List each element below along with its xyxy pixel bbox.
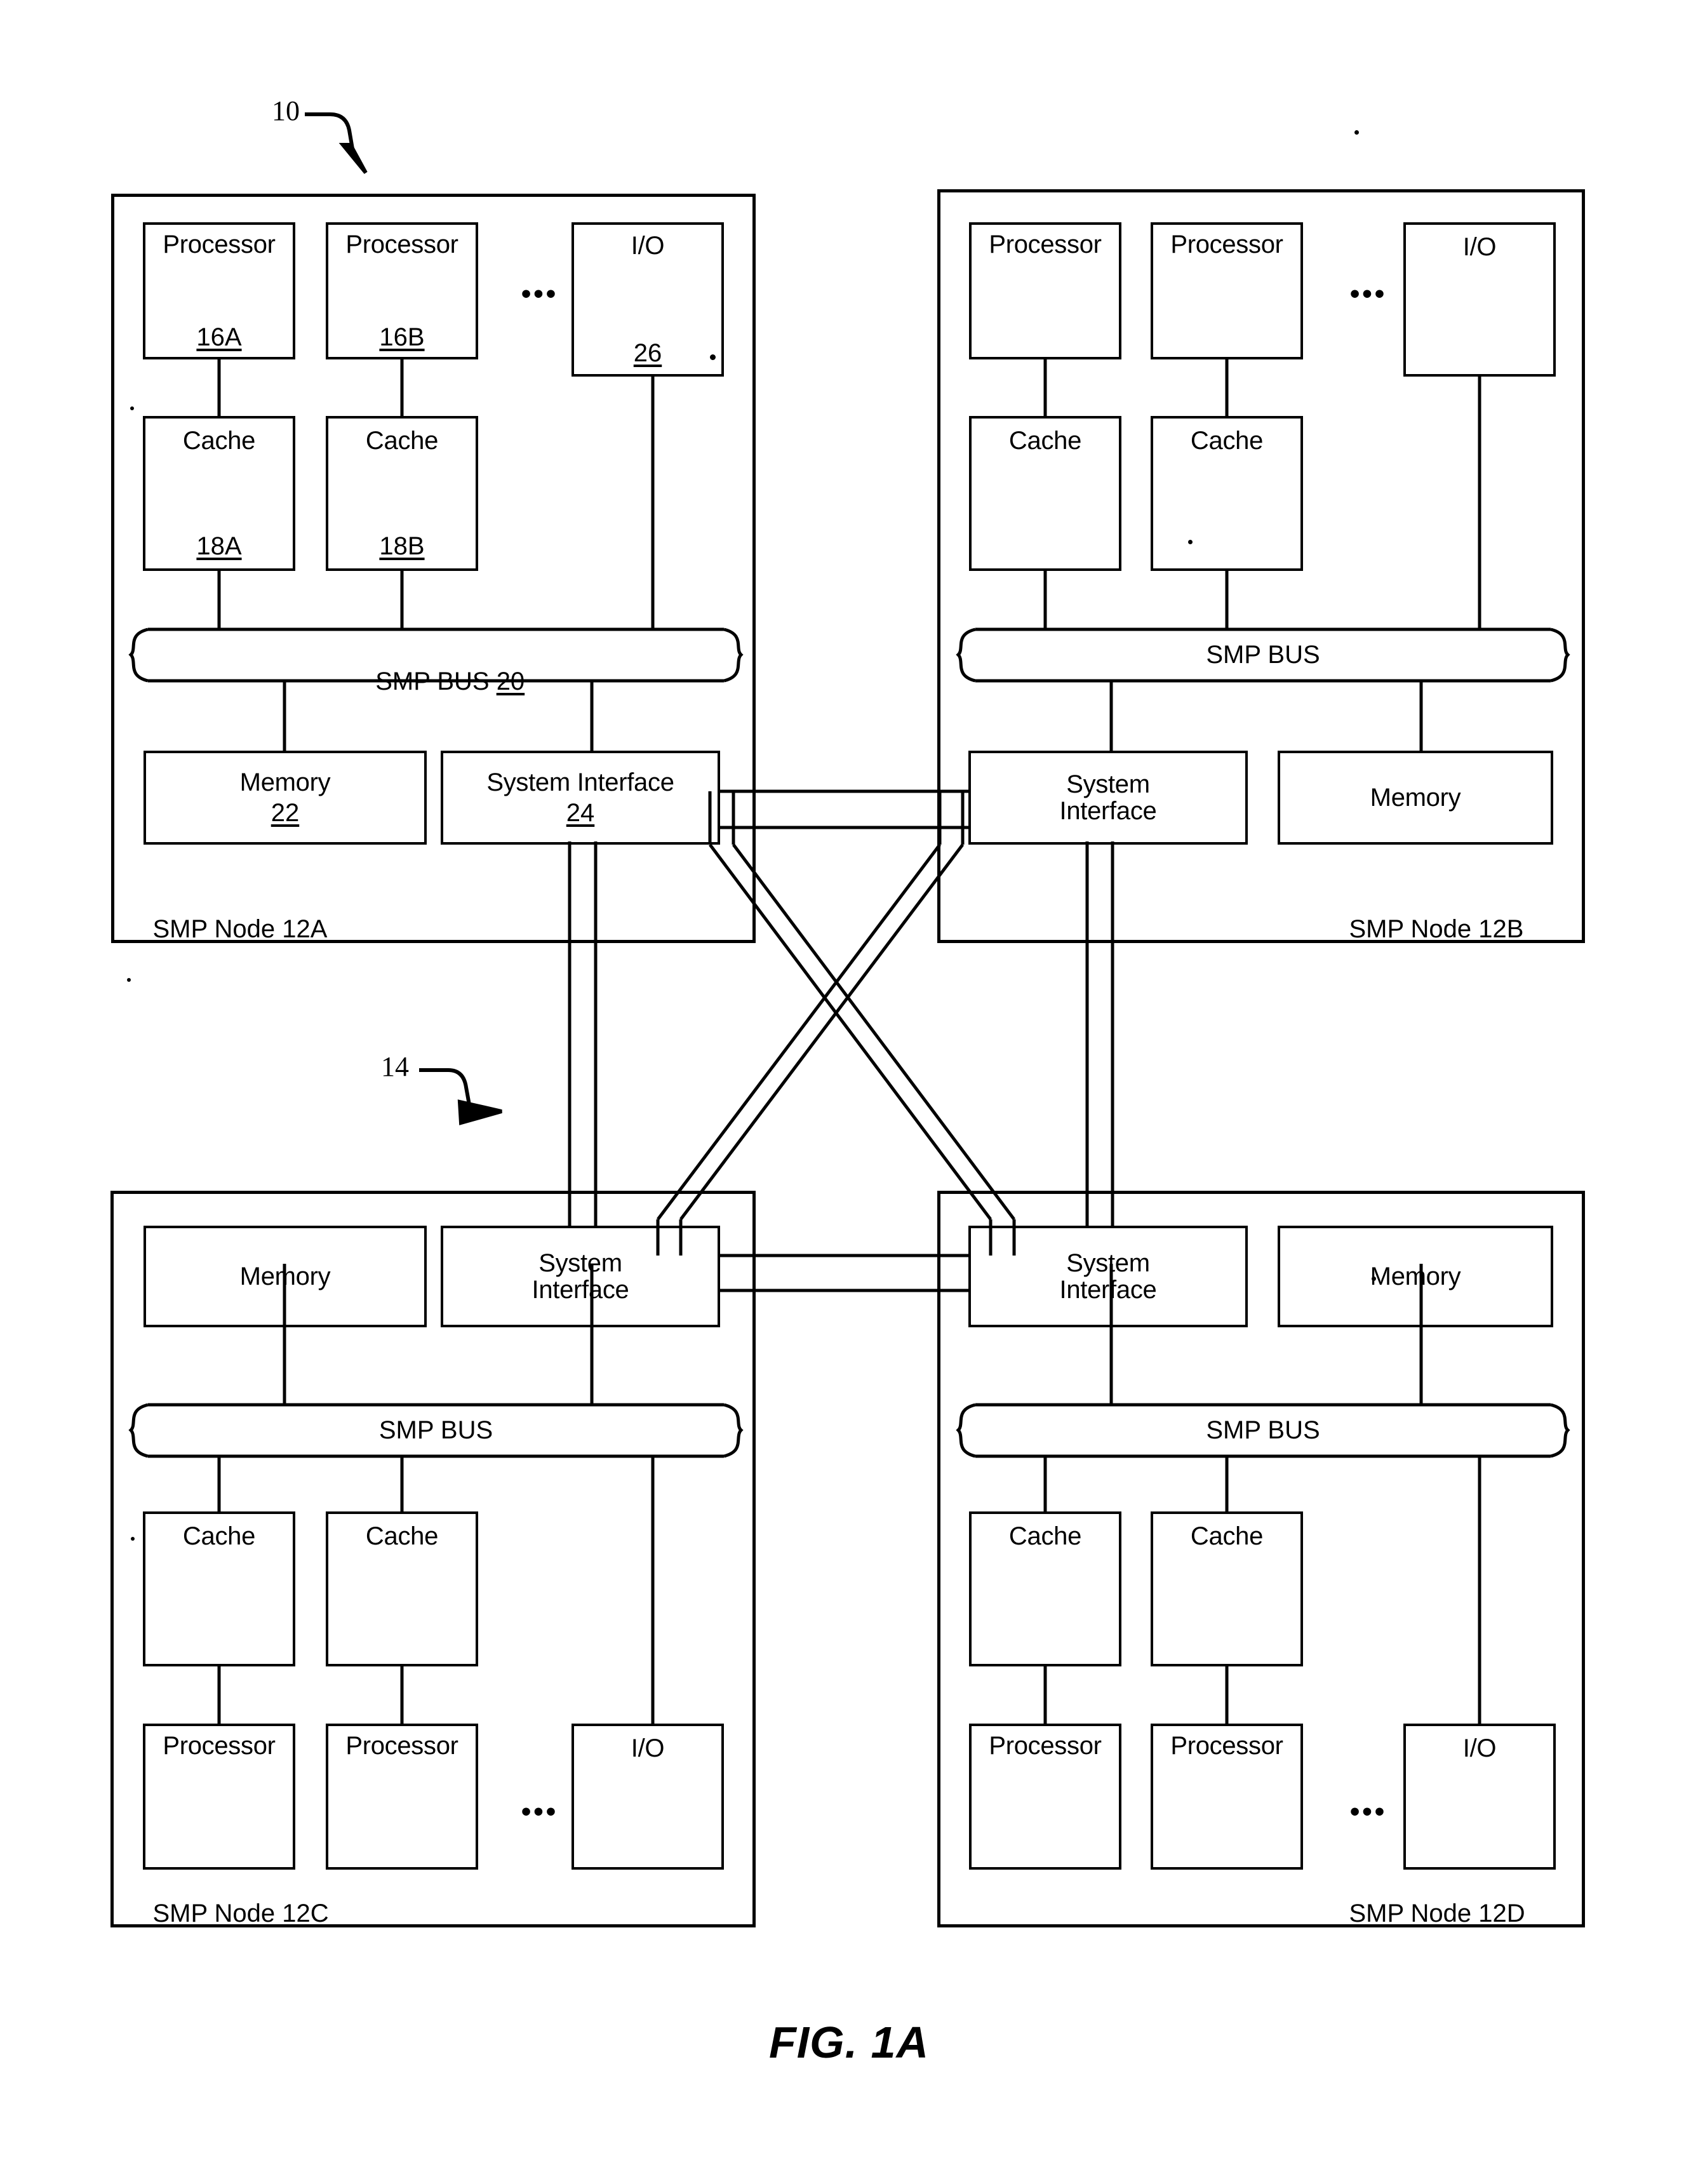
- smp-node-12b-label: SMP Node 12B: [1321, 889, 1523, 969]
- scan-speck: [127, 978, 131, 982]
- system-reference-numeral-10: 10: [272, 95, 300, 126]
- reference-numeral: 18A: [196, 532, 242, 560]
- node-reference-numeral: 12A: [282, 915, 328, 943]
- block-title: Processor: [345, 1732, 458, 1760]
- block-title: Cache: [1190, 427, 1264, 455]
- reference-numeral: 16B: [379, 323, 425, 351]
- bus-reference-numeral: 20: [496, 667, 525, 695]
- reference-numeral: 22: [271, 799, 300, 827]
- node-12b-io: I/O: [1403, 222, 1556, 377]
- node-12c-system-interface: System Interface: [441, 1226, 720, 1327]
- node-12a-system-interface-24: System Interface 24: [441, 751, 720, 845]
- node-12c-processor-2: Processor: [326, 1724, 478, 1870]
- node-label-prefix: SMP Node: [152, 915, 283, 943]
- block-title: Memory: [1370, 784, 1461, 812]
- node-12c-io: I/O: [572, 1724, 724, 1870]
- node-12a-processor-16a: Processor 16A: [143, 222, 295, 359]
- node-12a-io-26: I/O 26: [572, 222, 724, 377]
- node-12b-cache-1: Cache: [969, 416, 1121, 571]
- reference-numeral: 16A: [196, 323, 242, 351]
- block-title: Cache: [182, 1522, 256, 1550]
- scan-speck: [130, 406, 134, 410]
- node-12b-memory: Memory: [1278, 751, 1553, 845]
- block-title: Processor: [989, 1732, 1102, 1760]
- block-title: I/O: [631, 1734, 665, 1762]
- block-title: Cache: [1008, 1522, 1082, 1550]
- node-12d-bottom-ellipsis: •••: [1349, 1796, 1387, 1827]
- node-12b-processor-2: Processor: [1151, 222, 1303, 359]
- reference-numeral: 26: [633, 339, 662, 367]
- node-12a-top-ellipsis: •••: [521, 278, 559, 309]
- block-title: Processor: [989, 231, 1102, 258]
- node-label-prefix: SMP Node: [1349, 1899, 1479, 1927]
- block-title: Memory: [239, 768, 331, 796]
- smp-node-12c-label: SMP Node 12C: [124, 1873, 329, 1953]
- scan-speck: [1372, 1276, 1376, 1281]
- node-12c-bottom-ellipsis: •••: [521, 1796, 559, 1827]
- node-12a-processor-16b: Processor 16B: [326, 222, 478, 359]
- node-12d-smp-bus-label: SMP BUS: [1206, 1416, 1320, 1444]
- node-12a-memory-22: Memory 22: [144, 751, 427, 845]
- node-12d-processor-1: Processor: [969, 1724, 1121, 1870]
- figure-1a: Processor 16A Processor 16B ••• I/O 26 C…: [0, 0, 1698, 2184]
- node-12b-system-interface: System Interface: [968, 751, 1248, 845]
- block-title: Processor: [163, 1732, 276, 1760]
- node-reference-numeral: 12C: [282, 1899, 329, 1927]
- scan-speck: [710, 354, 716, 360]
- node-12b-smp-bus-label: SMP BUS: [1206, 641, 1320, 669]
- bus-name: SMP BUS: [375, 667, 497, 695]
- node-12a-cache-18a: Cache 18A: [143, 416, 295, 571]
- node-reference-numeral: 12D: [1478, 1899, 1525, 1927]
- block-title: System Interface: [531, 1249, 629, 1304]
- node-12a-smp-bus-label: SMP BUS 20: [148, 641, 724, 721]
- block-title: Cache: [1008, 427, 1082, 455]
- node-label-prefix: SMP Node: [1349, 915, 1479, 943]
- node-12b-processor-1: Processor: [969, 222, 1121, 359]
- node-12d-io: I/O: [1403, 1724, 1556, 1870]
- node-12d-system-interface: System Interface: [968, 1226, 1248, 1327]
- smp-node-12a-label: SMP Node 12A: [124, 889, 327, 969]
- node-12b-top-ellipsis: •••: [1349, 278, 1387, 309]
- scan-speck: [1354, 130, 1359, 135]
- block-title: Cache: [365, 427, 439, 455]
- block-title: Memory: [1370, 1263, 1461, 1290]
- node-12a-cache-18b: Cache 18B: [326, 416, 478, 571]
- block-title: Cache: [1190, 1522, 1264, 1550]
- block-title: Cache: [365, 1522, 439, 1550]
- block-title: I/O: [1462, 1734, 1497, 1762]
- smp-node-12d-label: SMP Node 12D: [1321, 1873, 1525, 1953]
- block-title: I/O: [1462, 233, 1497, 261]
- figure-caption: FIG. 1A: [768, 2018, 930, 2067]
- node-12d-processor-2: Processor: [1151, 1724, 1303, 1870]
- block-title: System Interface: [1059, 1249, 1157, 1304]
- node-12d-cache-2: Cache: [1151, 1511, 1303, 1666]
- node-reference-numeral: 12B: [1478, 915, 1524, 943]
- block-title: Processor: [1170, 1732, 1283, 1760]
- block-title: Memory: [239, 1263, 331, 1290]
- node-12c-cache-1: Cache: [143, 1511, 295, 1666]
- reference-numeral: 24: [566, 799, 595, 827]
- block-title: Cache: [182, 427, 256, 455]
- scan-speck: [131, 1537, 135, 1541]
- node-12c-smp-bus-label: SMP BUS: [378, 1416, 493, 1444]
- node-12c-processor-1: Processor: [143, 1724, 295, 1870]
- node-12b-cache-2: Cache: [1151, 416, 1303, 571]
- node-label-prefix: SMP Node: [152, 1899, 283, 1927]
- block-title: Processor: [1170, 231, 1283, 258]
- reference-numeral: 18B: [379, 532, 425, 560]
- scan-speck: [1188, 540, 1193, 544]
- node-12c-cache-2: Cache: [326, 1511, 478, 1666]
- block-title: System Interface: [486, 768, 674, 796]
- network-reference-numeral-14: 14: [381, 1051, 409, 1082]
- block-title: Processor: [345, 231, 458, 258]
- node-12c-memory: Memory: [144, 1226, 427, 1327]
- node-12d-memory: Memory: [1278, 1226, 1553, 1327]
- node-12d-cache-1: Cache: [969, 1511, 1121, 1666]
- block-title: Processor: [163, 231, 276, 258]
- block-title: I/O: [631, 232, 665, 260]
- block-title: System Interface: [1059, 770, 1157, 825]
